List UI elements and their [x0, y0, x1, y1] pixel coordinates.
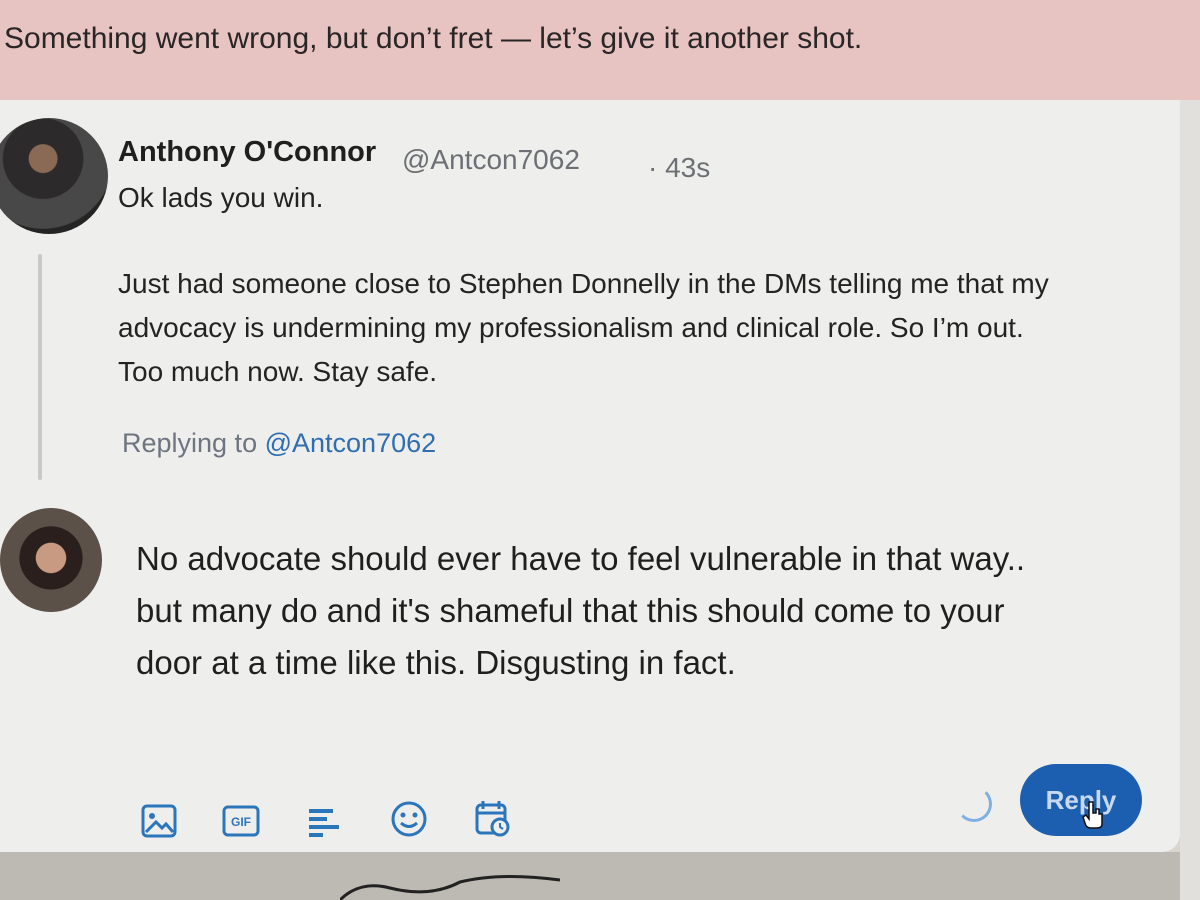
- desk-doodle: [340, 874, 560, 900]
- tweet-text-line: Ok lads you win.: [118, 182, 324, 213]
- image-icon[interactable]: [138, 800, 180, 842]
- schedule-icon[interactable]: [472, 798, 514, 840]
- reply-text-line[interactable]: door at a time like this. Disgusting in …: [136, 644, 736, 682]
- emoji-icon[interactable]: [388, 798, 430, 840]
- author-avatar[interactable]: [0, 118, 108, 234]
- user-avatar: [0, 508, 102, 612]
- background-page-edge: [1180, 100, 1200, 900]
- gif-icon[interactable]: GIF: [220, 800, 262, 842]
- error-message: Something went wrong, but don’t fret — l…: [4, 22, 863, 55]
- tweet-text-line: advocacy is undermining my professionali…: [118, 312, 1024, 343]
- tweet-time[interactable]: · 43s: [648, 152, 710, 184]
- tweet-text-line: Just had someone close to Stephen Donnel…: [118, 268, 1049, 299]
- author-handle[interactable]: @Antcon7062: [402, 144, 580, 176]
- reply-text-line[interactable]: No advocate should ever have to feel vul…: [136, 540, 1025, 578]
- hand-cursor-icon: [1082, 801, 1103, 829]
- replying-to: Replying to @Antcon7062: [122, 428, 436, 459]
- reply-composer-modal: Anthony O'Connor @Antcon7062 · 43s Ok la…: [0, 100, 1180, 852]
- error-banner: Something went wrong, but don’t fret — l…: [0, 0, 1200, 102]
- reply-text-line[interactable]: but many do and it's shameful that this …: [136, 592, 1004, 630]
- loading-spinner-icon: [956, 786, 992, 822]
- background-desk: [0, 852, 1180, 900]
- gif-label: GIF: [231, 815, 251, 829]
- tweet-text-line: Too much now. Stay safe.: [118, 356, 438, 387]
- author-name[interactable]: Anthony O'Connor: [118, 136, 376, 169]
- replying-to-handle[interactable]: @Antcon7062: [265, 428, 437, 458]
- thread-connector: [38, 254, 42, 480]
- replying-to-prefix: Replying to: [122, 428, 258, 458]
- poll-icon[interactable]: [304, 800, 346, 842]
